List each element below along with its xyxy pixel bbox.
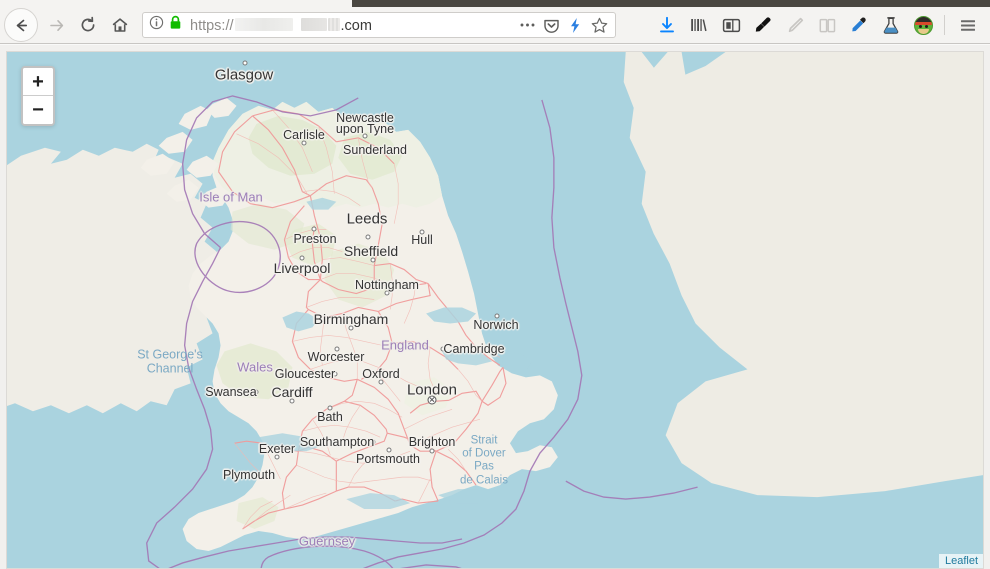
avatar-eye-right <box>924 24 928 28</box>
url-text[interactable]: https:// .com <box>190 17 515 34</box>
flask-beaker-icon[interactable] <box>875 10 907 40</box>
home-button[interactable] <box>104 10 136 40</box>
highlighter-marker-icon[interactable] <box>747 10 779 40</box>
url-tld: .com <box>340 17 372 34</box>
reload-button[interactable] <box>72 10 104 40</box>
leaflet-map[interactable]: + − Glasgow Carlisle Newcastle upon Tyne Sun… <box>6 51 984 569</box>
identity-box[interactable] <box>149 15 182 35</box>
back-button[interactable] <box>4 8 38 42</box>
url-redacted-segment-1 <box>234 17 293 31</box>
book-icon[interactable] <box>811 10 843 40</box>
app-menu-hamburger-icon[interactable] <box>952 10 984 40</box>
sidebar-icon[interactable] <box>715 10 747 40</box>
account-avatar[interactable] <box>907 10 939 40</box>
eyedropper-icon[interactable] <box>843 10 875 40</box>
forward-button[interactable] <box>40 10 72 40</box>
url-bar[interactable]: https:// .com <box>142 12 616 38</box>
url-redacted-segment-3 <box>327 17 340 31</box>
page-actions-icon[interactable] <box>515 13 539 37</box>
reader-lightning-icon[interactable] <box>563 13 587 37</box>
toolbar-separator <box>944 15 945 35</box>
leaflet-attribution-link[interactable]: Leaflet <box>945 555 978 567</box>
url-scheme: https:// <box>190 17 234 34</box>
url-redacted-segment-2 <box>300 17 327 31</box>
tabstrip-left-area <box>0 0 352 7</box>
bookmark-star-icon[interactable] <box>587 13 611 37</box>
pocket-icon[interactable] <box>539 13 563 37</box>
pencil-ruler-icon[interactable] <box>779 10 811 40</box>
padlock-secure-icon[interactable] <box>169 15 182 35</box>
page-info-icon[interactable] <box>149 15 164 35</box>
avatar-eye-left <box>918 24 922 28</box>
zoom-in-button[interactable]: + <box>23 68 53 96</box>
zoom-control: + − <box>21 66 55 126</box>
avatar <box>913 15 933 35</box>
browser-window: https:// .com + − Glasgow Carlisle Newca… <box>0 0 990 569</box>
map-tile-layer <box>7 52 983 568</box>
avatar-band <box>914 21 932 25</box>
library-icon[interactable] <box>683 10 715 40</box>
avatar-face <box>917 28 929 34</box>
map-container: + − Glasgow Carlisle Newcastle upon Tyne Sun… <box>0 45 990 569</box>
toolbar-icon-group <box>651 7 990 44</box>
downloads-icon[interactable] <box>651 10 683 40</box>
navigation-toolbar: https:// .com <box>0 7 990 44</box>
zoom-out-button[interactable]: − <box>23 96 53 124</box>
map-attribution: Leaflet <box>938 554 983 568</box>
